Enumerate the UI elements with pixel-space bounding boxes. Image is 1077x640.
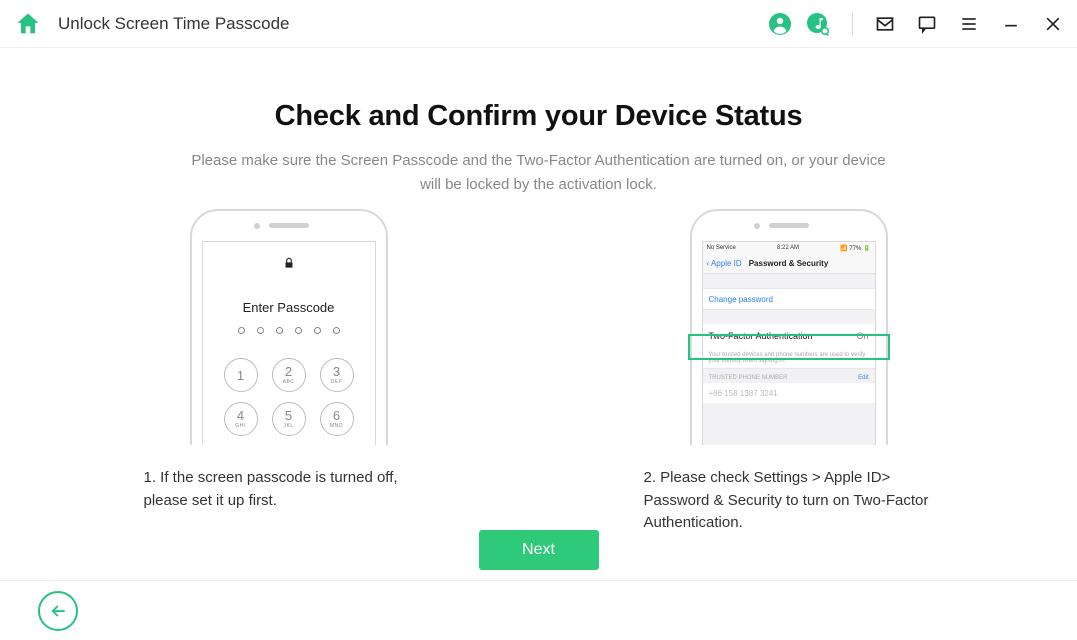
trusted-number-row: +86 158 1387 3241 (703, 383, 875, 403)
account-icon[interactable] (768, 12, 792, 36)
lock-icon (282, 256, 296, 270)
subheading: Please make sure the Screen Passcode and… (189, 149, 889, 197)
trusted-section-label: TRUSTED PHONE NUMBER Edit (703, 369, 875, 383)
two-factor-sub: Your trusted devices and phone numbers a… (703, 348, 875, 369)
phone-illustration-passcode: Enter Passcode 12ABC3DEF4GHI5JKL6MNO789 (190, 209, 388, 445)
step-2: No Service 8:22 AM 📶 77% 🔋 ‹ Apple ID Pa… (644, 209, 934, 535)
close-icon[interactable] (1043, 14, 1063, 34)
step-1: Enter Passcode 12ABC3DEF4GHI5JKL6MNO789 … (144, 209, 434, 512)
heading: Check and Confirm your Device Status (275, 100, 803, 133)
title-bar: Unlock Screen Time Passcode (0, 0, 1077, 48)
back-button[interactable] (38, 591, 78, 631)
main-content: Check and Confirm your Device Status Ple… (0, 48, 1077, 580)
separator (852, 13, 853, 35)
mail-icon[interactable] (875, 14, 895, 34)
two-factor-row: Two-Factor Authentication On (703, 324, 875, 348)
step-2-caption: 2. Please check Settings > Apple ID> Pas… (644, 467, 934, 535)
home-icon[interactable] (14, 10, 42, 38)
keypad: 12ABC3DEF4GHI5JKL6MNO789 (224, 358, 354, 445)
page-title: Unlock Screen Time Passcode (58, 14, 290, 34)
menu-icon[interactable] (959, 14, 979, 34)
passcode-dots (238, 327, 340, 334)
enter-passcode-label: Enter Passcode (243, 300, 335, 315)
feedback-icon[interactable] (917, 14, 937, 34)
footer (0, 580, 1077, 640)
next-button[interactable]: Next (479, 530, 599, 570)
phone-illustration-2fa: No Service 8:22 AM 📶 77% 🔋 ‹ Apple ID Pa… (690, 209, 888, 445)
change-password-row: Change password (703, 288, 875, 310)
step-1-caption: 1. If the screen passcode is turned off,… (144, 467, 434, 512)
music-search-icon[interactable] (806, 12, 830, 36)
minimize-icon[interactable] (1001, 14, 1021, 34)
status-bar: No Service 8:22 AM 📶 77% 🔋 (703, 242, 875, 254)
nav-bar: ‹ Apple ID Password & Security (703, 254, 875, 274)
